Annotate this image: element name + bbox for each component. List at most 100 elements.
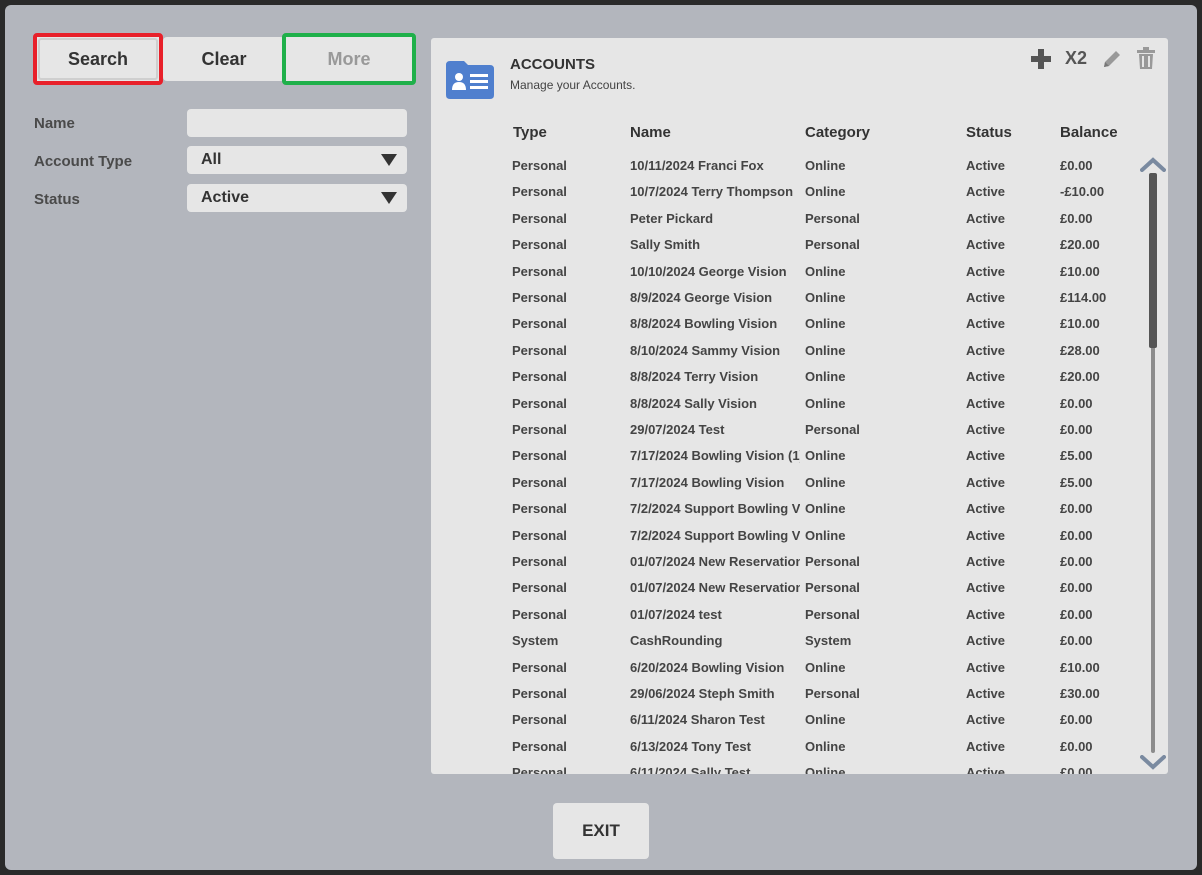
column-header-balance[interactable]: Balance xyxy=(1060,124,1118,141)
table-cell: System xyxy=(512,633,559,649)
table-cell: Active xyxy=(966,765,1006,774)
table-row[interactable]: Personal 8/10/2024 Sammy Vision Online Acti… xyxy=(431,337,1141,363)
table-cell: £114.00 xyxy=(1060,290,1107,305)
table-cell: Personal xyxy=(512,448,567,464)
table-cell: Personal xyxy=(512,554,567,569)
accounts-panel: ACCOUNTS Manage your Accounts. X2 Type N… xyxy=(431,38,1168,774)
table-cell: Peter Pickard xyxy=(630,210,714,226)
table-cell: Online xyxy=(805,316,846,332)
table-row[interactable]: System CashRounding System Active £0.00 xyxy=(431,627,1141,653)
table-cell: 01/07/2024 New Reservation xyxy=(630,580,800,596)
table-cell: Active xyxy=(966,738,1006,754)
column-header-status[interactable]: Status xyxy=(966,124,1012,141)
table-row[interactable]: Personal 29/06/2024 Steph Smith Personal Ac… xyxy=(431,680,1141,706)
table-row[interactable]: Personal 6/11/2024 Sharon Test Online Activ… xyxy=(431,706,1141,732)
table-cell: £10.00 xyxy=(1060,659,1100,675)
table-row[interactable]: Personal Peter Pickard Personal Active £0.00 xyxy=(431,205,1141,231)
table-cell: £20.00 xyxy=(1060,237,1100,253)
table-row[interactable]: Personal 01/07/2024 test Personal Active £0.… xyxy=(431,601,1141,627)
table-row[interactable]: Personal 8/8/2024 Sally Vision Online Activ… xyxy=(431,390,1141,416)
account-type-select[interactable]: All xyxy=(187,146,407,174)
table-cell: 6/11/2024 Sally Test xyxy=(630,765,751,774)
table-cell: -£10.00 xyxy=(1060,184,1105,200)
table-cell: Personal xyxy=(512,580,567,596)
search-button[interactable]: Search xyxy=(33,33,163,85)
table-cell: 10/11/2024 Franci Fox xyxy=(630,158,764,173)
status-select[interactable]: Active xyxy=(187,184,407,212)
table-cell: Personal xyxy=(805,686,860,701)
table-row[interactable]: Personal 8/8/2024 Terry Vision Online Activ… xyxy=(431,363,1141,389)
exit-button[interactable]: EXIT xyxy=(553,803,649,859)
table-row[interactable]: Personal 6/20/2024 Bowling Vision Online Ac… xyxy=(431,654,1141,680)
table-cell: Personal xyxy=(512,765,567,774)
accounts-window: Search Clear More Name Account Type All … xyxy=(5,5,1197,870)
table-cell: Online xyxy=(805,712,846,728)
table-cell: £0.00 xyxy=(1060,527,1093,543)
more-button[interactable]: More xyxy=(282,33,416,85)
column-header-type[interactable]: Type xyxy=(513,124,547,141)
table-cell: Online xyxy=(805,765,846,774)
name-input[interactable] xyxy=(187,109,407,137)
table-cell: Personal xyxy=(512,237,567,253)
table-cell: £5.00 xyxy=(1060,474,1093,490)
scroll-up-icon[interactable] xyxy=(1140,156,1166,172)
table-cell: 6/20/2024 Bowling Vision xyxy=(630,659,785,675)
table-row[interactable]: Personal Sally Smith Personal Active £20.00 xyxy=(431,231,1141,257)
table-row[interactable]: Personal 01/07/2024 New Reservation Person… xyxy=(431,574,1141,600)
table-row[interactable]: Personal 6/13/2024 Tony Test Online Active £… xyxy=(431,733,1141,759)
table-cell: Personal xyxy=(512,316,567,332)
table-row[interactable]: Personal 10/10/2024 George Vision Online Ac… xyxy=(431,258,1141,284)
table-cell: Active xyxy=(966,712,1006,728)
table-cell: £10.00 xyxy=(1060,316,1100,332)
scrollbar-thumb[interactable] xyxy=(1149,173,1157,348)
clear-button[interactable]: Clear xyxy=(163,37,285,81)
table-cell: Active xyxy=(966,342,1006,358)
table-cell: 29/06/2024 Steph Smith xyxy=(630,686,775,701)
table-cell: £0.00 xyxy=(1060,158,1093,173)
table-cell: Personal xyxy=(512,369,567,385)
table-cell: Online xyxy=(805,369,846,385)
status-label: Status xyxy=(34,191,80,208)
table-cell: Online xyxy=(805,290,846,305)
table-cell: £0.00 xyxy=(1060,765,1093,774)
table-cell: Online xyxy=(805,527,846,543)
table-cell: System xyxy=(805,633,852,649)
table-cell: Personal xyxy=(512,474,567,490)
table-row[interactable]: Personal 7/2/2024 Support Bowling Vision O… xyxy=(431,522,1141,548)
copy-x2-button[interactable]: X2 xyxy=(1065,48,1087,69)
table-cell: Active xyxy=(966,633,1006,649)
table-cell: Active xyxy=(966,501,1006,517)
table-cell: Active xyxy=(966,158,1006,173)
chevron-down-icon xyxy=(381,154,397,166)
table-cell: 8/8/2024 Bowling Vision xyxy=(630,316,778,332)
table-row[interactable]: Personal 8/9/2024 George Vision Online Acti… xyxy=(431,284,1141,310)
table-row[interactable]: Personal 10/7/2024 Terry Thompson Online Ac… xyxy=(431,178,1141,204)
table-row[interactable]: Personal 01/07/2024 New Reservation Person… xyxy=(431,548,1141,574)
column-header-name[interactable]: Name xyxy=(630,124,671,141)
edit-pencil-icon[interactable] xyxy=(1101,48,1123,70)
add-icon[interactable] xyxy=(1031,49,1051,69)
table-cell: 01/07/2024 New Reservation xyxy=(630,554,800,569)
table-row[interactable]: Personal 29/07/2024 Test Personal Active £0.… xyxy=(431,416,1141,442)
scroll-down-icon[interactable] xyxy=(1140,755,1166,771)
table-cell: Active xyxy=(966,474,1006,490)
accounts-table-body: Personal 10/11/2024 Franci Fox Online Activ… xyxy=(431,152,1141,774)
table-cell: £28.00 xyxy=(1060,342,1100,358)
table-cell: Active xyxy=(966,554,1006,569)
table-cell: £0.00 xyxy=(1060,738,1093,754)
table-cell: Personal xyxy=(512,686,567,701)
table-cell: Online xyxy=(805,474,846,490)
table-row[interactable]: Personal 7/2/2024 Support Bowling Vision O… xyxy=(431,495,1141,521)
table-row[interactable]: Personal 8/8/2024 Bowling Vision Online Act… xyxy=(431,310,1141,336)
table-cell: 29/07/2024 Test xyxy=(630,422,725,437)
table-row[interactable]: Personal 7/17/2024 Bowling Vision Online Ac… xyxy=(431,469,1141,495)
table-cell: Active xyxy=(966,316,1006,332)
delete-trash-icon[interactable] xyxy=(1137,47,1155,69)
table-row[interactable]: Personal 10/11/2024 Franci Fox Online Activ… xyxy=(431,152,1141,178)
table-cell: Online xyxy=(805,738,846,754)
table-cell: Active xyxy=(966,422,1006,437)
table-row[interactable]: Personal 7/17/2024 Bowling Vision (1) Onli… xyxy=(431,442,1141,468)
column-header-category[interactable]: Category xyxy=(805,124,870,141)
table-cell: £0.00 xyxy=(1060,633,1093,649)
table-row[interactable]: Personal 6/11/2024 Sally Test Online Active… xyxy=(431,759,1141,774)
